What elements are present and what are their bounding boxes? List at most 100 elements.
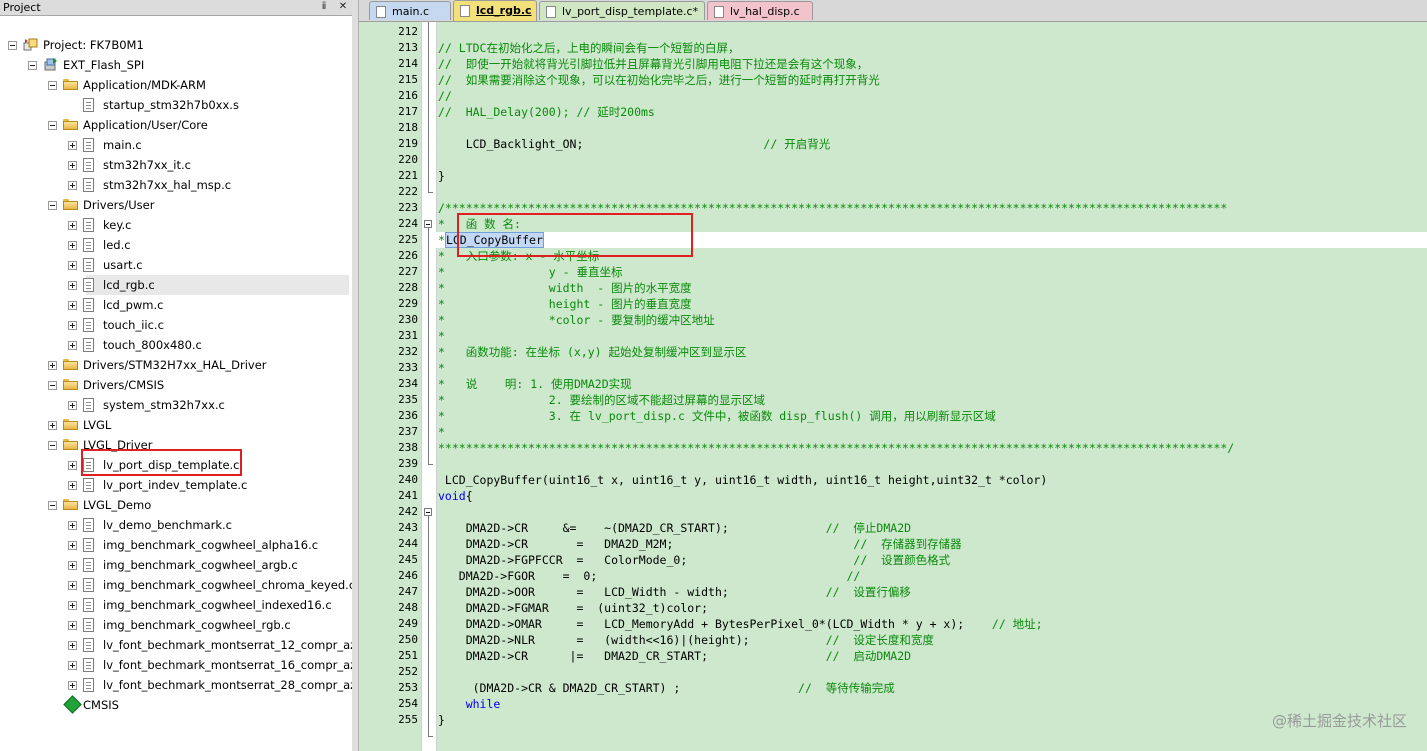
code-line: * width - 图片的水平宽度 <box>438 280 692 296</box>
fold-collapse-icon[interactable] <box>424 508 432 516</box>
tree-file[interactable]: lv_demo_benchmark.c <box>0 515 352 535</box>
tree-file[interactable]: lv_font_bechmark_montserrat_28_compr_az.… <box>0 675 352 695</box>
tab-lv-port-disp-template-c-[interactable]: lv_port_disp_template.c* <box>539 1 705 20</box>
expand-icon[interactable] <box>68 401 77 410</box>
expand-icon[interactable] <box>68 221 77 230</box>
file-icon <box>83 298 94 312</box>
collapse-icon[interactable] <box>28 61 37 70</box>
expand-icon[interactable] <box>68 641 77 650</box>
tree-file[interactable]: led.c <box>0 235 352 255</box>
expand-icon[interactable] <box>68 161 77 170</box>
tree-project-root[interactable]: Project: FK7B0M1 <box>0 35 352 55</box>
tab-main-c[interactable]: main.c <box>369 1 451 20</box>
expand-icon[interactable] <box>68 301 77 310</box>
tree-group[interactable]: Application/User/Core <box>0 115 352 135</box>
expand-icon[interactable] <box>68 281 77 290</box>
expand-icon[interactable] <box>68 461 77 470</box>
expand-icon[interactable] <box>68 241 77 250</box>
expand-icon[interactable] <box>68 541 77 550</box>
collapse-icon[interactable] <box>48 501 57 510</box>
tree-group[interactable]: LVGL_Demo <box>0 495 352 515</box>
panel-splitter[interactable] <box>352 0 359 751</box>
expand-icon[interactable] <box>68 621 77 630</box>
collapse-icon[interactable] <box>8 41 17 50</box>
folder-icon <box>63 199 78 210</box>
code-line: // HAL_Delay(200); // 延时200ms <box>438 104 655 120</box>
tree-item-label: EXT_Flash_SPI <box>63 58 145 72</box>
close-icon[interactable]: ✕ <box>337 1 349 13</box>
tree-item-label: lv_font_bechmark_montserrat_12_compr_az.… <box>103 638 353 652</box>
code-line: DMA2D->FGOR = 0; // <box>438 568 861 584</box>
fold-collapse-icon[interactable] <box>424 220 432 228</box>
expand-icon[interactable] <box>68 601 77 610</box>
tree-file[interactable]: img_benchmark_cogwheel_alpha16.c <box>0 535 352 555</box>
expand-icon[interactable] <box>68 521 77 530</box>
collapse-icon[interactable] <box>48 201 57 210</box>
tree-group[interactable]: LVGL <box>0 415 352 435</box>
tree-file[interactable]: system_stm32h7xx.c <box>0 395 352 415</box>
tree-group[interactable]: Drivers/CMSIS <box>0 375 352 395</box>
collapse-icon[interactable] <box>48 441 57 450</box>
line-number: 223 <box>398 201 418 214</box>
expand-icon[interactable] <box>68 561 77 570</box>
tree-file[interactable]: usart.c <box>0 255 352 275</box>
file-icon <box>83 318 94 332</box>
expand-icon[interactable] <box>68 141 77 150</box>
tree-group[interactable]: Drivers/STM32H7xx_HAL_Driver <box>0 355 352 375</box>
tree-file[interactable]: lv_font_bechmark_montserrat_16_compr_az.… <box>0 655 352 675</box>
expand-icon[interactable] <box>68 341 77 350</box>
tab-lv-hal-disp-c[interactable]: lv_hal_disp.c <box>707 1 813 20</box>
line-number: 227 <box>398 265 418 278</box>
tree-file[interactable]: stm32h7xx_hal_msp.c <box>0 175 352 195</box>
pin-icon[interactable]: ⅱ <box>318 1 330 13</box>
expand-icon[interactable] <box>68 261 77 270</box>
expand-icon[interactable] <box>68 661 77 670</box>
inline-comment: // 设定长度和宽度 <box>825 633 934 647</box>
tree-file[interactable]: touch_iic.c <box>0 315 352 335</box>
line-number: 230 <box>398 313 418 326</box>
collapse-icon[interactable] <box>48 381 57 390</box>
tree-file[interactable]: main.c <box>0 135 352 155</box>
code-text: // 如果需要消除这个现象，可以在初始化完毕之后，进行一个短暂的延时再打开背光 <box>438 73 880 87</box>
expand-icon[interactable] <box>68 581 77 590</box>
tree-group[interactable]: Application/MDK-ARM <box>0 75 352 95</box>
tree-file[interactable]: key.c <box>0 215 352 235</box>
tree-file[interactable]: img_benchmark_cogwheel_rgb.c <box>0 615 352 635</box>
tree-item-label: lv_font_bechmark_montserrat_16_compr_az.… <box>103 658 353 672</box>
code-text: } <box>438 169 445 183</box>
code-editor[interactable]: 212 213 214 215 216 217 218 219 220 221 222 223 224 2… <box>359 22 1427 751</box>
tree-file[interactable]: img_benchmark_cogwheel_chroma_keyed.c <box>0 575 352 595</box>
expand-icon[interactable] <box>68 321 77 330</box>
tab-lcd-rgb-c[interactable]: lcd_rgb.c <box>453 0 537 21</box>
tree-cmsis[interactable]: CMSIS <box>0 695 352 715</box>
tree-item-label: main.c <box>103 138 142 152</box>
collapse-icon[interactable] <box>48 81 57 90</box>
code-line: void{ <box>438 488 473 504</box>
tree-file[interactable]: img_benchmark_cogwheel_indexed16.c <box>0 595 352 615</box>
expand-icon[interactable] <box>68 181 77 190</box>
tree-file[interactable]: stm32h7xx_it.c <box>0 155 352 175</box>
tree-file[interactable]: touch_800x480.c <box>0 335 352 355</box>
fold-column[interactable] <box>421 22 437 751</box>
code-area[interactable]: // LTDC在初始化之后，上电的瞬间会有一个短暂的白屏， // 即使一开始就将背… <box>436 22 1427 751</box>
collapse-icon[interactable] <box>48 121 57 130</box>
expand-icon[interactable] <box>68 681 77 690</box>
tree-item-label: startup_stm32h7b0xx.s <box>103 98 239 112</box>
tree-file[interactable]: img_benchmark_cogwheel_argb.c <box>0 555 352 575</box>
tree-file[interactable]: lv_port_indev_template.c <box>0 475 352 495</box>
tree-file[interactable]: lcd_pwm.c <box>0 295 352 315</box>
code-line: * <box>438 328 445 344</box>
code-line: // <box>438 88 452 104</box>
tree-target[interactable]: EXT_Flash_SPI <box>0 55 352 75</box>
tree-group[interactable]: Drivers/User <box>0 195 352 215</box>
expand-icon[interactable] <box>48 361 57 370</box>
code-text: // HAL_Delay(200); // 延时200ms <box>438 105 655 119</box>
expand-icon[interactable] <box>68 481 77 490</box>
code-line: (DMA2D->CR & DMA2D_CR_START) ; // 等待传输完成 <box>438 680 895 696</box>
tree-file[interactable]: lcd_rgb.c <box>68 275 349 295</box>
line-number: 226 <box>398 249 418 262</box>
expand-icon[interactable] <box>48 421 57 430</box>
tree-file[interactable]: startup_stm32h7b0xx.s <box>0 95 352 115</box>
tree-file[interactable]: lv_font_bechmark_montserrat_12_compr_az.… <box>0 635 352 655</box>
file-icon <box>83 678 94 692</box>
